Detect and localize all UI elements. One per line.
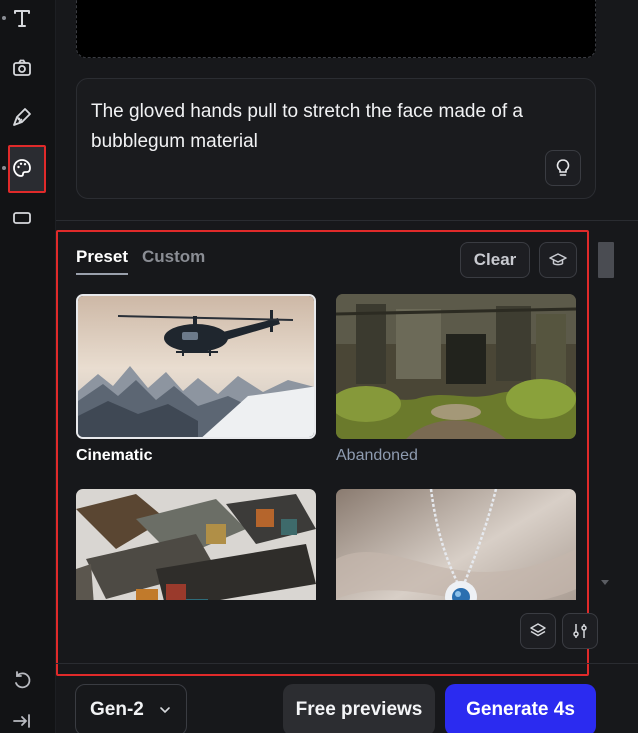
brush-tool-button[interactable] bbox=[8, 103, 36, 131]
adjust-settings-button[interactable] bbox=[562, 613, 598, 649]
prompt-field[interactable]: The gloved hands pull to stretch the fac… bbox=[76, 78, 596, 199]
camera-tool-button[interactable] bbox=[8, 54, 36, 82]
style-presets-panel: Preset Custom Clear Cinematic Abandoned bbox=[56, 230, 598, 676]
lightbulb-icon bbox=[556, 159, 570, 176]
tab-custom[interactable]: Custom bbox=[142, 247, 205, 267]
prompt-suggestion-button[interactable] bbox=[545, 150, 581, 186]
clear-button[interactable]: Clear bbox=[460, 242, 530, 278]
aspect-ratio-icon bbox=[13, 212, 31, 224]
undo-icon bbox=[15, 671, 31, 689]
prompt-text[interactable]: The gloved hands pull to stretch the fac… bbox=[91, 97, 551, 157]
text-tool-button[interactable] bbox=[8, 4, 36, 32]
rail-indicator-dot bbox=[2, 16, 6, 20]
media-preview-area[interactable] bbox=[76, 0, 596, 58]
preset-grid: Cinematic Abandoned bbox=[76, 294, 578, 600]
preset-card[interactable] bbox=[336, 489, 576, 600]
palette-tool-button[interactable] bbox=[8, 154, 36, 182]
model-select-value: Gen-2 bbox=[90, 699, 144, 720]
aspect-ratio-tool-button[interactable] bbox=[8, 204, 36, 232]
preset-thumbnail[interactable] bbox=[336, 294, 576, 439]
sliders-icon bbox=[573, 624, 587, 638]
tool-rail bbox=[0, 0, 56, 733]
section-divider bbox=[56, 220, 638, 221]
scroll-down-arrow-icon[interactable] bbox=[601, 580, 609, 585]
collapse-panel-button[interactable] bbox=[8, 707, 36, 733]
scrollbar[interactable] bbox=[596, 240, 614, 590]
layers-button[interactable] bbox=[520, 613, 556, 649]
preset-card-abandoned[interactable]: Abandoned bbox=[336, 294, 576, 465]
scrollbar-thumb[interactable] bbox=[598, 242, 614, 278]
preset-thumbnail[interactable] bbox=[76, 294, 316, 439]
preset-thumbnail[interactable] bbox=[336, 489, 576, 600]
preset-label: Cinematic bbox=[76, 447, 153, 464]
active-tab-indicator bbox=[76, 273, 128, 275]
preset-label: Abandoned bbox=[336, 447, 418, 464]
text-icon bbox=[14, 10, 30, 27]
style-guide-button[interactable] bbox=[539, 242, 577, 278]
tab-preset[interactable]: Preset bbox=[76, 247, 128, 267]
footer-divider bbox=[56, 663, 638, 664]
camera-icon bbox=[13, 59, 31, 76]
chevron-down-icon bbox=[160, 707, 170, 714]
model-select[interactable]: Gen-2 bbox=[75, 684, 187, 733]
preset-card[interactable] bbox=[76, 489, 316, 600]
brush-icon bbox=[13, 108, 31, 126]
preset-card-cinematic[interactable]: Cinematic bbox=[76, 294, 316, 465]
undo-button[interactable] bbox=[8, 667, 36, 695]
free-previews-button[interactable]: Free previews bbox=[283, 684, 435, 733]
preset-thumbnail[interactable] bbox=[76, 489, 316, 600]
graduation-cap-icon bbox=[549, 253, 567, 266]
settings-panel: The gloved hands pull to stretch the fac… bbox=[56, 0, 638, 733]
rail-indicator-dot bbox=[2, 166, 6, 170]
generate-button[interactable]: Generate 4s bbox=[445, 684, 596, 733]
layers-icon bbox=[530, 623, 546, 637]
collapse-panel-icon bbox=[13, 714, 30, 728]
palette-icon bbox=[13, 159, 31, 177]
